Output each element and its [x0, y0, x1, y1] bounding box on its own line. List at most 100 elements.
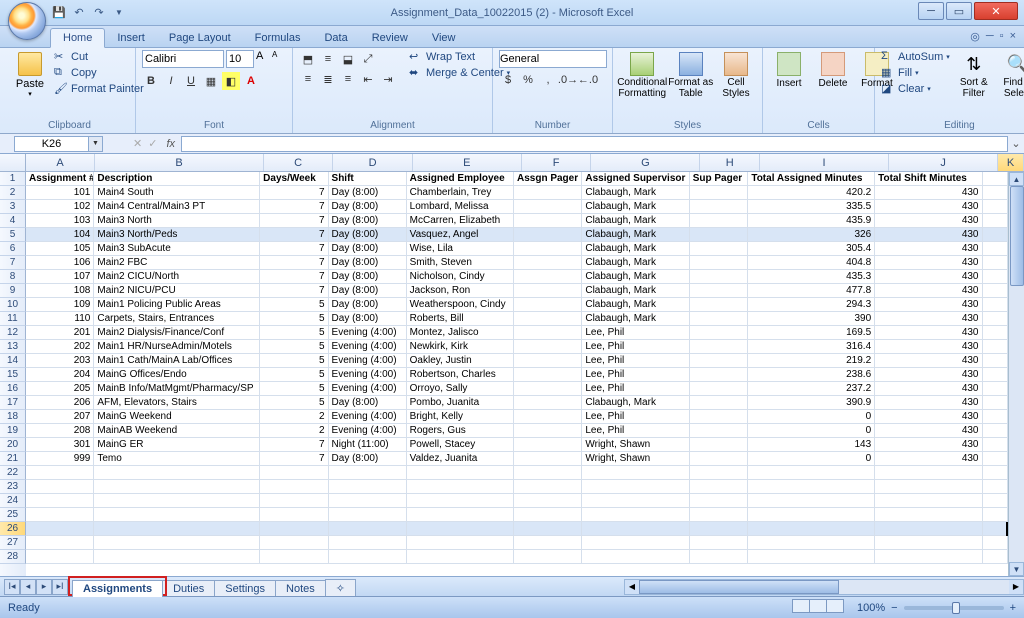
ribbon-min-icon[interactable]: ─ — [986, 30, 994, 43]
cell[interactable] — [514, 536, 582, 549]
name-box-input[interactable] — [14, 136, 89, 152]
cell[interactable] — [26, 550, 94, 563]
cell[interactable] — [690, 214, 749, 227]
col-header-E[interactable]: E — [413, 154, 522, 171]
cell[interactable] — [748, 550, 875, 563]
cell[interactable]: 5 — [260, 340, 328, 353]
cell[interactable]: 108 — [26, 284, 94, 297]
cell[interactable] — [983, 452, 1009, 465]
cell[interactable]: Main2 Dialysis/Finance/Conf — [94, 326, 260, 339]
formula-input[interactable] — [181, 136, 1008, 152]
cell[interactable]: Main2 NICU/PCU — [94, 284, 260, 297]
cell[interactable]: 5 — [260, 312, 328, 325]
cell[interactable] — [748, 494, 875, 507]
cell[interactable]: 7 — [260, 452, 328, 465]
tab-review[interactable]: Review — [360, 29, 420, 47]
row-header[interactable]: 22 — [0, 466, 26, 480]
cell[interactable]: Evening (4:00) — [329, 354, 407, 367]
cell[interactable] — [690, 354, 749, 367]
cell[interactable]: Day (8:00) — [329, 186, 407, 199]
name-box-dropdown[interactable]: ▼ — [89, 136, 103, 152]
cell[interactable] — [329, 466, 407, 479]
cell[interactable]: Assignment # — [26, 172, 94, 185]
cell[interactable]: 430 — [875, 382, 982, 395]
cell[interactable]: 7 — [260, 438, 328, 451]
cell[interactable] — [514, 494, 582, 507]
cell[interactable]: Temo — [94, 452, 260, 465]
cell[interactable]: 430 — [875, 396, 982, 409]
cell[interactable]: Main1 Policing Public Areas — [94, 298, 260, 311]
cell[interactable]: 208 — [26, 424, 94, 437]
cell[interactable] — [582, 466, 689, 479]
cell[interactable] — [690, 382, 749, 395]
cell[interactable]: Evening (4:00) — [329, 382, 407, 395]
cell[interactable] — [260, 494, 328, 507]
ribbon-close-icon[interactable]: × — [1010, 30, 1016, 43]
cell[interactable]: 999 — [26, 452, 94, 465]
cell[interactable]: Assigned Supervisor — [582, 172, 689, 185]
row-header[interactable]: 9 — [0, 284, 26, 298]
cell[interactable]: Pombo, Juanita — [407, 396, 514, 409]
cell[interactable] — [690, 424, 749, 437]
cell[interactable] — [26, 522, 94, 535]
cell[interactable]: Main3 North — [94, 214, 260, 227]
cell[interactable]: 7 — [260, 270, 328, 283]
cell[interactable] — [582, 522, 689, 535]
cell[interactable]: Clabaugh, Mark — [582, 312, 689, 325]
cell[interactable]: 430 — [875, 256, 982, 269]
find-select-button[interactable]: 🔍Find & Select — [998, 50, 1024, 101]
cell[interactable]: 477.8 — [748, 284, 875, 297]
cell[interactable]: 202 — [26, 340, 94, 353]
cell[interactable]: Wright, Shawn — [582, 452, 689, 465]
cell[interactable]: MainG ER — [94, 438, 260, 451]
cell[interactable]: 206 — [26, 396, 94, 409]
cell[interactable]: Assigned Employee — [407, 172, 514, 185]
cell[interactable] — [514, 186, 582, 199]
maximize-button[interactable]: ▭ — [946, 2, 972, 20]
cell[interactable] — [407, 536, 514, 549]
cell[interactable] — [983, 326, 1009, 339]
sheet-nav-last[interactable]: ▸I — [52, 579, 68, 595]
cell[interactable]: 7 — [260, 256, 328, 269]
shrink-font-icon[interactable]: A — [272, 50, 286, 64]
cell[interactable] — [983, 340, 1009, 353]
cell[interactable]: Day (8:00) — [329, 228, 407, 241]
horizontal-scrollbar[interactable]: ◀ ▶ — [624, 579, 1024, 595]
cell[interactable] — [514, 480, 582, 493]
cell[interactable]: Main2 FBC — [94, 256, 260, 269]
cell[interactable] — [983, 284, 1009, 297]
cell[interactable]: Rogers, Gus — [407, 424, 514, 437]
cell[interactable] — [983, 550, 1009, 563]
cell[interactable]: 430 — [875, 452, 982, 465]
underline-button[interactable]: U — [182, 72, 200, 90]
cell[interactable]: MainAB Weekend — [94, 424, 260, 437]
cell[interactable]: 7 — [260, 214, 328, 227]
cell[interactable] — [582, 480, 689, 493]
cell[interactable]: 0 — [748, 452, 875, 465]
cell[interactable]: 5 — [260, 382, 328, 395]
cell[interactable]: 0 — [748, 424, 875, 437]
expand-formula-icon[interactable]: ⌄ — [1008, 137, 1024, 150]
cell[interactable]: 430 — [875, 326, 982, 339]
font-name-input[interactable] — [142, 50, 224, 68]
cell[interactable] — [690, 326, 749, 339]
cell[interactable]: Day (8:00) — [329, 452, 407, 465]
cell[interactable] — [582, 550, 689, 563]
cell[interactable] — [690, 480, 749, 493]
cell[interactable] — [514, 256, 582, 269]
cell[interactable]: 430 — [875, 214, 982, 227]
cell[interactable] — [690, 494, 749, 507]
cell[interactable]: 5 — [260, 326, 328, 339]
cell[interactable]: 104 — [26, 228, 94, 241]
align-top-icon[interactable]: ⬒ — [299, 50, 317, 68]
cell[interactable] — [690, 200, 749, 213]
cell[interactable]: Clabaugh, Mark — [582, 284, 689, 297]
cell[interactable] — [983, 424, 1009, 437]
cell[interactable] — [748, 522, 875, 535]
cell[interactable] — [329, 494, 407, 507]
cell[interactable]: 390 — [748, 312, 875, 325]
cell[interactable] — [514, 382, 582, 395]
cell[interactable]: 106 — [26, 256, 94, 269]
bold-button[interactable]: B — [142, 72, 160, 90]
cell[interactable]: Main1 Cath/MainA Lab/Offices — [94, 354, 260, 367]
